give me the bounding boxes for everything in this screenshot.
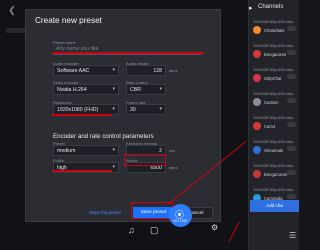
chevron-down-icon: ▾ (159, 106, 162, 112)
video-encoder-select[interactable]: Nvidia H.264 ▾ (53, 84, 119, 95)
channel-item[interactable]: 1920x1080 60fps 6500 kbps Custom (249, 90, 299, 114)
channel-toggle[interactable] (287, 122, 296, 127)
bitrate-unit: kbps (169, 165, 178, 170)
channel-settings: 1920x1080 60fps 6500 kbps (253, 92, 294, 96)
channel-name: Chaturbate (264, 27, 285, 33)
channel-name: Streamate (264, 147, 284, 153)
collapse-panel-icon[interactable]: ▸ (249, 4, 253, 12)
rate-control-select[interactable]: CBR ▾ (126, 84, 166, 95)
annotation-box-save (131, 202, 173, 219)
channel-logo-icon (253, 170, 261, 178)
channel-settings: 1920x1080 30fps 6500 kbps (253, 188, 294, 192)
resolution-value: 1920x1080 (FHD) (57, 107, 99, 113)
keyframe-unit: sec (169, 148, 176, 153)
channel-logo-icon (253, 146, 261, 154)
channel-logo-icon (253, 26, 261, 34)
dialog-title: Create new preset (35, 16, 102, 25)
microphone-icon[interactable]: ♫ (128, 225, 135, 235)
channel-toggle[interactable] (287, 26, 296, 31)
channel-toggle[interactable] (287, 194, 296, 199)
channel-item[interactable]: 1920x1080 30fps 6500 kbps StripChat (249, 66, 299, 90)
channel-item[interactable]: 1920x1080 30fps 6500 kbps Bongacams (249, 42, 299, 66)
channel-logo-icon (253, 122, 261, 130)
channel-toggle[interactable] (287, 50, 296, 55)
chevron-down-icon: ▾ (112, 147, 115, 153)
chevron-down-icon: ▾ (112, 67, 115, 73)
camera-icon[interactable]: ▢ (150, 225, 159, 236)
channels-title: Channels (258, 4, 284, 10)
video-encoder-value: Nvidia H.264 (57, 87, 87, 93)
channel-item[interactable]: 1920x1080 60fps 6500 kbps Chaturbate (249, 18, 299, 42)
channel-settings: 1920x1080 30fps 6500 kbps (253, 68, 294, 72)
channel-settings: 1920x1080 30fps 6500 kbps (253, 116, 294, 120)
chevron-down-icon: ▾ (112, 86, 115, 92)
channel-settings: 1920x1080 30fps 6500 kbps (253, 164, 294, 168)
annotation-underline-resolution (52, 114, 112, 116)
audio-bitrate-field[interactable]: 128 (126, 65, 166, 76)
add-channel-button[interactable]: Add cha (250, 200, 299, 212)
channel-settings: 1920x1080 30fps 6500 kbps (253, 140, 294, 144)
gear-icon[interactable]: ⚙ (211, 223, 218, 232)
channel-toggle[interactable] (287, 98, 296, 103)
channels-header: ▸ Channels (249, 0, 299, 18)
framerate-value: 30 (130, 107, 136, 113)
channel-name: Bongacams (264, 51, 287, 57)
preset-select[interactable]: medium ▾ (53, 145, 119, 156)
channels-list: 1920x1080 60fps 6500 kbps Chaturbate 1920x… (249, 18, 299, 210)
channel-toggle[interactable] (287, 146, 296, 151)
go-live-button[interactable]: ⦿ GO LIVE (169, 204, 192, 227)
annotation-box-bitrate (124, 154, 166, 166)
chevron-down-icon: ▾ (112, 164, 115, 170)
channel-item[interactable]: 1920x1080 30fps 6500 kbps Cam4 (249, 114, 299, 138)
channel-toggle[interactable] (287, 170, 296, 175)
audio-encoder-value: Software AAC (57, 68, 90, 74)
annotation-underline-profile (52, 170, 112, 172)
channels-panel: ▸ Channels 1920x1080 60fps 6500 kbps Chat… (248, 0, 299, 250)
encoder-section-title: Encoder and rate control parameters (53, 133, 154, 140)
app-window: ❮ ▸ Channels 1920x1080 60fps 6500 kbps Ch… (0, 0, 299, 250)
channel-name: Custom (264, 99, 279, 105)
channel-logo-icon (253, 50, 261, 58)
channel-item[interactable]: 1920x1080 30fps 6500 kbps Streamate (249, 138, 299, 162)
rate-control-value: CBR (130, 87, 141, 93)
channel-item[interactable]: 1920x1080 30fps 6500 kbps BongaCams (249, 162, 299, 186)
channel-settings: 1920x1080 60fps 6500 kbps (253, 20, 294, 24)
chevron-down-icon: ▾ (112, 106, 115, 112)
annotation-underline-name (52, 52, 204, 54)
channel-name: StripChat (264, 75, 282, 81)
panel-menu-icon[interactable]: ☰ (289, 231, 296, 240)
channel-name: BongaCams (264, 171, 288, 177)
go-live-label: GO LIVE (173, 219, 188, 223)
audio-bitrate-unit: kbps (169, 68, 178, 73)
preset-value: medium (57, 148, 76, 154)
channel-logo-icon (253, 74, 261, 82)
channel-settings: 1920x1080 30fps 6500 kbps (253, 44, 294, 48)
channel-logo-icon (253, 98, 261, 106)
framerate-select[interactable]: 30 ▾ (126, 104, 166, 115)
chevron-down-icon: ▾ (159, 86, 162, 92)
audio-encoder-select[interactable]: Software AAC ▾ (53, 65, 119, 76)
share-preset-link[interactable]: Share this preset (89, 210, 121, 215)
channel-name: Cam4 (264, 123, 276, 129)
channel-toggle[interactable] (287, 74, 296, 79)
